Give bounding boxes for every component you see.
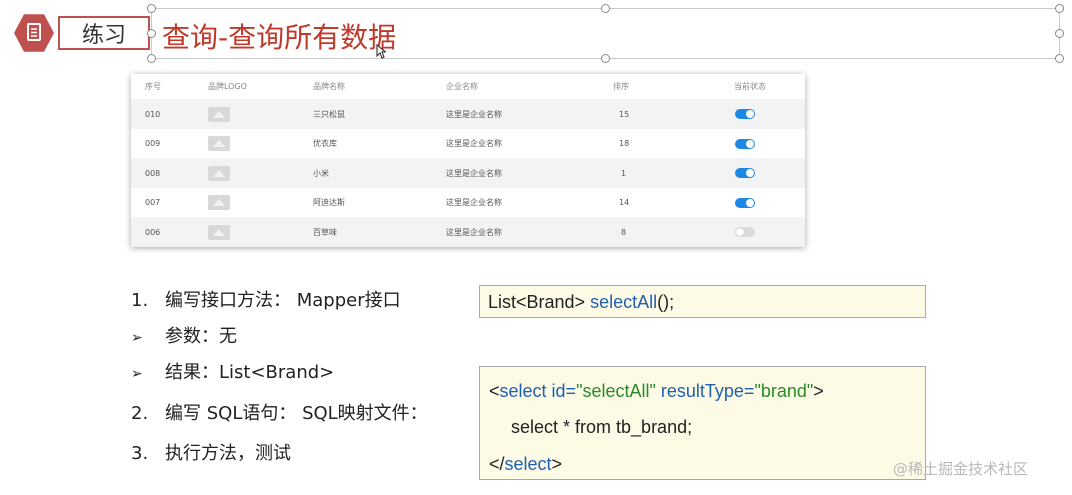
code-method-name: selectAll <box>590 292 658 312</box>
step-marker: 1. <box>131 290 149 311</box>
row-brand: 阿迪达斯 <box>313 198 345 207</box>
row-brand: 优衣库 <box>313 139 337 148</box>
status-toggle[interactable] <box>735 138 755 149</box>
mapper-interface-code: List<Brand> selectAll(); <box>479 285 926 318</box>
step-text: 结果：List<Brand> <box>165 362 335 383</box>
row-id: 009 <box>145 139 161 148</box>
table-row: 009 优衣库 这里是企业名称 18 <box>131 129 805 158</box>
step-text: 编写 SQL语句： SQL映射文件： <box>165 403 428 424</box>
document-icon <box>14 14 54 52</box>
column-header: 品牌名称 <box>313 82 345 91</box>
column-header: 企业名称 <box>446 82 478 91</box>
table-row: 010 三只松鼠 这里是企业名称 15 <box>131 99 805 129</box>
step-item: 1. 编写接口方法： Mapper接口 <box>131 286 401 312</box>
row-id: 008 <box>145 168 161 178</box>
watermark: @稀土掘金技术社区 <box>893 460 1029 478</box>
row-company: 这里是企业名称 <box>446 109 502 119</box>
arrow-bullet-icon: ➢ <box>131 366 143 382</box>
row-brand: 小米 <box>313 168 329 178</box>
row-order: 15 <box>619 109 630 119</box>
resize-handle-bottom-right[interactable] <box>1055 54 1064 63</box>
column-header: 品牌LOGO <box>208 82 247 91</box>
image-placeholder-icon <box>208 195 230 210</box>
column-header: 当前状态 <box>734 82 766 91</box>
step-item: 2. 编写 SQL语句： SQL映射文件： <box>131 399 428 425</box>
status-toggle[interactable] <box>735 109 755 119</box>
image-placeholder-icon <box>208 136 230 151</box>
step-item: 3. 执行方法，测试 <box>131 439 291 465</box>
step-text: 编写接口方法： Mapper接口 <box>165 290 401 311</box>
title-textbox[interactable]: 查询-查询所有数据 <box>147 4 1064 63</box>
row-id: 010 <box>145 109 161 119</box>
resize-handle-right[interactable] <box>1055 29 1064 38</box>
code-line: select * from tb_brand; <box>511 417 693 437</box>
step-item: ➢ 参数：无 <box>131 322 237 348</box>
row-company: 这里是企业名称 <box>446 168 502 178</box>
code-line: </select> <box>489 454 563 474</box>
row-order: 18 <box>619 139 630 148</box>
image-placeholder-icon <box>208 165 230 181</box>
row-company: 这里是企业名称 <box>446 227 502 237</box>
resize-handle-top-left[interactable] <box>147 4 156 13</box>
resize-handle-bottom[interactable] <box>601 54 610 63</box>
status-toggle[interactable] <box>735 168 755 178</box>
row-id: 007 <box>145 198 161 207</box>
image-placeholder-icon <box>208 224 230 240</box>
arrow-bullet-icon: ➢ <box>131 330 143 346</box>
row-order: 8 <box>621 227 627 237</box>
row-brand: 百草味 <box>313 227 337 237</box>
table-row: 007 阿迪达斯 这里是企业名称 14 <box>131 188 805 217</box>
brand-table: 序号 品牌LOGO 品牌名称 企业名称 排序 当前状态 010 三只松鼠 这里是… <box>131 74 805 247</box>
table-header-row: 序号 品牌LOGO 品牌名称 企业名称 排序 当前状态 <box>131 74 805 99</box>
row-company: 这里是企业名称 <box>446 139 502 148</box>
column-header: 排序 <box>613 82 629 91</box>
row-id: 006 <box>145 227 161 237</box>
sql-mapping-code: <select id="selectAll" resultType="brand… <box>479 366 926 480</box>
resize-handle-top-right[interactable] <box>1055 4 1064 13</box>
status-toggle[interactable] <box>735 197 755 208</box>
row-order: 1 <box>621 168 627 178</box>
code-line: <select id="selectAll" resultType="brand… <box>489 381 824 401</box>
column-header: 序号 <box>145 82 161 91</box>
mouse-cursor-icon <box>376 43 387 62</box>
resize-handle-bottom-left[interactable] <box>147 54 156 63</box>
status-toggle[interactable] <box>735 227 755 237</box>
step-marker: 2. <box>131 403 149 424</box>
row-order: 14 <box>619 198 630 207</box>
page-title[interactable]: 查询-查询所有数据 <box>162 16 396 56</box>
step-marker: 3. <box>131 443 149 464</box>
step-text: 执行方法，测试 <box>165 443 291 464</box>
image-placeholder-icon <box>208 106 230 122</box>
resize-handle-left[interactable] <box>147 29 156 38</box>
exercise-badge: 练习 <box>14 13 150 53</box>
code-type: List<Brand> <box>488 292 591 312</box>
row-company: 这里是企业名称 <box>446 198 502 207</box>
row-brand: 三只松鼠 <box>313 109 345 119</box>
code-suffix: (); <box>657 292 675 312</box>
resize-handle-top[interactable] <box>601 4 610 13</box>
table-row: 008 小米 这里是企业名称 1 <box>131 158 805 188</box>
table-row: 006 百草味 这里是企业名称 8 <box>131 217 805 247</box>
step-text: 参数：无 <box>165 326 237 347</box>
badge-label: 练习 <box>58 16 150 50</box>
step-item: ➢ 结果：List<Brand> <box>131 358 334 384</box>
